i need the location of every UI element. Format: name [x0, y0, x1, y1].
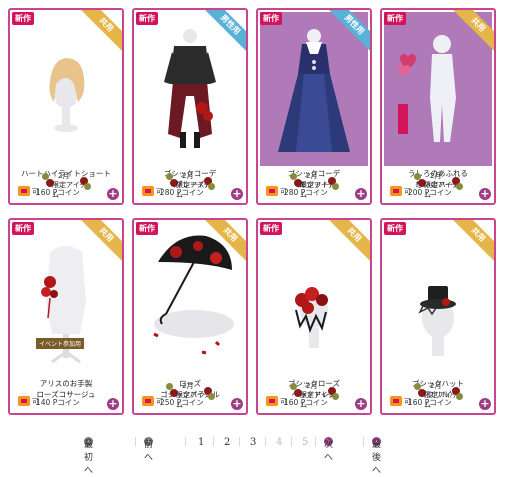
outfit-image	[278, 29, 350, 152]
divider: |	[238, 437, 242, 447]
ka-icon	[266, 186, 278, 196]
item-thumbnail[interactable]	[384, 222, 492, 376]
divider: |	[314, 437, 318, 447]
outfit-image	[164, 29, 216, 148]
hat-image	[418, 286, 456, 356]
ka-label: 可	[32, 398, 39, 406]
item-card[interactable]: 新作 共用 2月 限定アイテム 可 ハートハイライトショート 160 Pコイン …	[8, 8, 124, 205]
item-card[interactable]: 新作 共用 2月 限定アイテム 可 ローズ ゴシックパラソル 250 Pコイン …	[132, 218, 248, 415]
item-card[interactable]: 新作 男性用 2月 限定アイテム 可 ゴシックコーデ （ブレーズ） 280 Pコ…	[132, 8, 248, 205]
page-5-link[interactable]: 5	[302, 437, 308, 448]
item-thumbnail[interactable]	[136, 222, 244, 376]
item-card[interactable]: 新作 共用 イベント参加用 可 アリスのお手製 ローズコサージュ 140 Pコイ…	[8, 218, 124, 415]
item-card[interactable]: 新作 共用 2月 限定アイテム 可 ゴシックハット （フリル） 160 Pコイン…	[380, 218, 496, 415]
add-button[interactable]: +	[355, 188, 367, 200]
divider: |	[184, 437, 188, 447]
ka-label: 可	[32, 188, 39, 196]
divider: |	[264, 437, 268, 447]
page-1-link[interactable]: 1	[198, 437, 204, 448]
limited-badge: 2月 限定アイテム	[412, 171, 463, 199]
ka-label: 可	[404, 398, 411, 406]
new-badge: 新作	[384, 12, 406, 25]
add-button[interactable]: +	[231, 188, 243, 200]
new-badge: 新作	[12, 222, 34, 235]
page-3-link[interactable]: 3	[250, 437, 256, 448]
limited-badge: 2月 限定アイテム	[40, 171, 91, 199]
divider: |	[290, 437, 294, 447]
add-button[interactable]: +	[479, 188, 491, 200]
item-card[interactable]: 新作 共用 2月 限定アイテム 可 うしろのあふれる 想いのハート 200 Pコ…	[380, 8, 496, 205]
add-button[interactable]: +	[479, 398, 491, 410]
item-card[interactable]: 新作 共用 2月 限定アイテム 可 ゴシックローズ ヘッドドレス 160 Pコイ…	[256, 218, 372, 415]
ka-label: 可	[280, 398, 287, 406]
limited-badge: 2月 限定アイテム	[412, 381, 463, 409]
item-thumbnail[interactable]	[136, 12, 244, 166]
event-badge: イベント参加用	[36, 338, 85, 349]
next-label: 次へ	[324, 440, 334, 463]
ka-icon	[18, 396, 30, 406]
new-badge: 新作	[136, 222, 158, 235]
page-4-link[interactable]: 4	[276, 437, 282, 448]
limited-badge: 2月 限定アイテム	[288, 381, 339, 409]
add-button[interactable]: +	[355, 398, 367, 410]
page-2-link[interactable]: 2	[224, 437, 230, 448]
item-thumbnail[interactable]	[12, 222, 120, 376]
new-badge: 新作	[260, 222, 282, 235]
limited-badge: 2月 限定アイテム	[288, 171, 339, 199]
headdress-image	[295, 287, 328, 348]
ka-label: 可	[280, 188, 287, 196]
new-badge: 新作	[136, 12, 158, 25]
item-thumbnail[interactable]	[384, 12, 492, 166]
new-badge: 新作	[384, 222, 406, 235]
item-thumbnail[interactable]	[260, 12, 368, 166]
limited-badge: 2月 限定アイテム	[164, 171, 215, 199]
ka-icon	[142, 396, 154, 406]
ka-icon	[390, 396, 402, 406]
ka-icon	[18, 186, 30, 196]
add-button[interactable]: +	[107, 188, 119, 200]
corsage-image	[41, 246, 86, 364]
ka-icon	[390, 186, 402, 196]
ka-label: 可	[156, 188, 163, 196]
ka-icon	[142, 186, 154, 196]
ka-label: 可	[156, 398, 163, 406]
divider: |	[212, 437, 216, 447]
item-card[interactable]: 新作 男性用 2月 限定アイテム 可 ゴシックコーデ （エジット） 280 Pコ…	[256, 8, 372, 205]
item-thumbnail[interactable]	[260, 222, 368, 376]
ka-label: 可	[404, 188, 411, 196]
pagination: ‹ 最初へ | ‹ 前へ | 1 | 2 | 3 | 4 | 5 | › 次へ | ›…	[84, 437, 424, 476]
add-button[interactable]: +	[107, 398, 119, 410]
prev-label: 前へ	[144, 440, 154, 463]
divider: |	[362, 437, 366, 447]
item-price: 140 Pコイン	[36, 398, 80, 407]
divider: |	[134, 437, 138, 447]
item-thumbnail[interactable]	[12, 12, 120, 166]
hair-image	[49, 58, 85, 132]
last-label: 最後へ	[372, 440, 382, 476]
heart-aura-image	[398, 35, 456, 142]
ka-icon	[266, 396, 278, 406]
parasol-image	[153, 235, 234, 355]
first-label: 最初へ	[84, 440, 94, 476]
add-button[interactable]: +	[231, 398, 243, 410]
new-badge: 新作	[260, 12, 282, 25]
new-badge: 新作	[12, 12, 34, 25]
limited-badge: 2月 限定アイテム	[164, 381, 215, 409]
